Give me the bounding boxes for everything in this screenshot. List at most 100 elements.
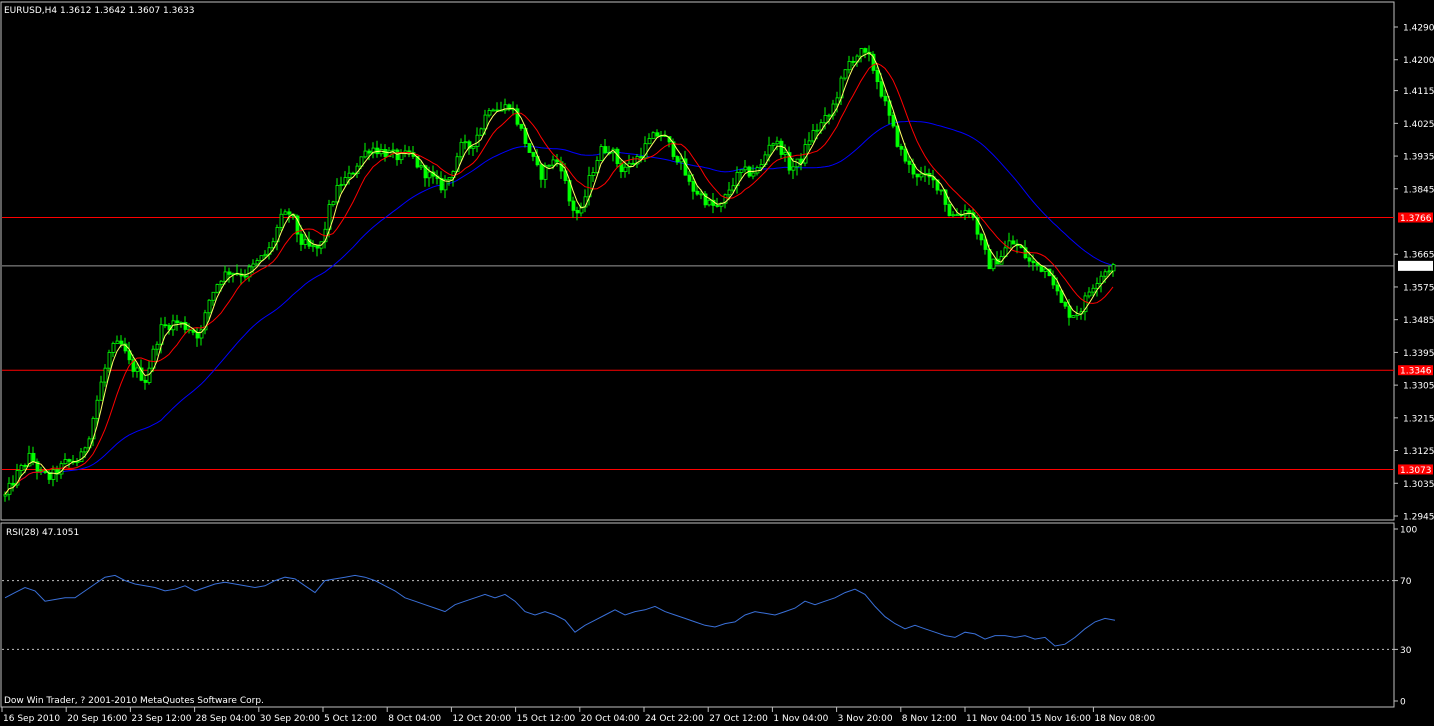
candle-body <box>211 291 216 301</box>
chart-background <box>0 0 1434 726</box>
candle-body <box>463 141 468 144</box>
candle-body <box>955 214 960 217</box>
candle-body <box>771 143 776 146</box>
candle-body <box>687 174 692 182</box>
price-level-tag-text: 1.3346 <box>1400 367 1432 377</box>
candle-body <box>315 245 320 249</box>
candle-body <box>519 123 524 129</box>
candle-body <box>791 166 796 171</box>
candle-body <box>851 60 856 63</box>
candle-body <box>639 156 644 159</box>
time-tick-label: 15 Nov 16:00 <box>1030 714 1091 724</box>
rsi-tick-label: 100 <box>1400 526 1417 536</box>
candle-body <box>339 184 344 186</box>
time-tick-label: 24 Oct 22:00 <box>645 714 704 724</box>
candle-body <box>599 146 604 161</box>
candle-body <box>447 177 452 181</box>
candle-body <box>863 48 868 53</box>
candle-body <box>875 69 880 83</box>
price-tick-label: 1.3035 <box>1403 480 1434 490</box>
candle-body <box>219 280 224 285</box>
candle-body <box>859 48 864 57</box>
candle-body <box>679 158 684 163</box>
candle-body <box>283 211 288 215</box>
candle-body <box>915 173 920 178</box>
candle-body <box>739 169 744 173</box>
time-tick-label: 15 Oct 12:00 <box>517 714 576 724</box>
candle-body <box>883 95 888 102</box>
candle-body <box>987 249 992 270</box>
candle-body <box>103 367 108 383</box>
candle-body <box>899 146 904 150</box>
price-tick-label: 1.3485 <box>1403 316 1434 326</box>
candle-body <box>827 114 832 117</box>
candle-body <box>3 493 8 497</box>
candle-body <box>195 331 200 339</box>
price-tick-label: 1.4025 <box>1403 120 1434 130</box>
candle-body <box>303 239 308 245</box>
candle-body <box>79 451 84 463</box>
candle-body <box>1103 271 1108 277</box>
price-tick-label: 1.3665 <box>1403 251 1434 261</box>
candle-body <box>119 340 124 345</box>
candle-body <box>427 171 432 179</box>
candle-body <box>63 459 68 465</box>
price-tick-label: 1.3125 <box>1403 447 1434 457</box>
symbol-header: EURUSD,H4 1.3612 1.3642 1.3607 1.3633 <box>4 6 195 16</box>
candle-body <box>83 447 88 453</box>
price-tick-label: 1.2945 <box>1403 513 1434 523</box>
candle-body <box>1055 284 1060 292</box>
candle-body <box>527 143 532 153</box>
candle-body <box>111 343 116 353</box>
candle-body <box>491 109 496 112</box>
candle-body <box>243 275 248 278</box>
candle-body <box>1071 315 1076 318</box>
candle-body <box>651 132 656 139</box>
candle-body <box>351 172 356 175</box>
candle-body <box>903 148 908 162</box>
candle-body <box>1107 270 1112 273</box>
candle-body <box>299 233 304 245</box>
price-tick-label: 1.3395 <box>1403 349 1434 359</box>
time-tick-label: 1 Nov 04:00 <box>773 714 828 724</box>
time-tick-label: 3 Nov 20:00 <box>838 714 893 724</box>
time-tick-label: 12 Oct 20:00 <box>452 714 511 724</box>
candle-body <box>23 464 28 467</box>
candle-body <box>707 199 712 206</box>
candle-body <box>539 164 544 180</box>
candle-body <box>1031 260 1036 264</box>
rsi-tick-label: 0 <box>1400 698 1406 708</box>
candle-body <box>459 141 464 158</box>
candle-body <box>759 164 764 169</box>
time-tick-label: 20 Oct 04:00 <box>581 714 640 724</box>
rsi-tick-label: 70 <box>1400 577 1412 587</box>
candle-body <box>811 130 816 142</box>
candle-body <box>675 156 680 163</box>
price-tick-label: 1.4115 <box>1403 87 1434 97</box>
candle-body <box>331 201 336 205</box>
candle-body <box>75 461 80 464</box>
candle-body <box>115 340 120 344</box>
candle-body <box>843 69 848 79</box>
price-tick-label: 1.3845 <box>1403 185 1434 195</box>
time-tick-label: 16 Sep 2010 <box>3 714 60 724</box>
candle-body <box>743 166 748 171</box>
time-tick-label: 11 Nov 04:00 <box>966 714 1027 724</box>
candle-body <box>939 189 944 192</box>
candle-body <box>163 324 168 327</box>
candle-body <box>279 213 284 228</box>
candle-body <box>891 114 896 127</box>
candle-body <box>895 125 900 147</box>
candle-body <box>179 322 184 324</box>
candle-body <box>1011 240 1016 245</box>
time-tick-label: 18 Nov 08:00 <box>1094 714 1155 724</box>
candle-body <box>631 162 636 165</box>
rsi-label: RSI(28) 47.1051 <box>6 528 79 538</box>
time-tick-label: 23 Sep 12:00 <box>131 714 191 724</box>
candle-body <box>383 149 388 158</box>
candle-body <box>223 271 228 282</box>
candle-body <box>1059 290 1064 303</box>
candle-body <box>655 132 660 137</box>
price-tick-label: 1.3935 <box>1403 153 1434 163</box>
candle-body <box>551 159 556 166</box>
